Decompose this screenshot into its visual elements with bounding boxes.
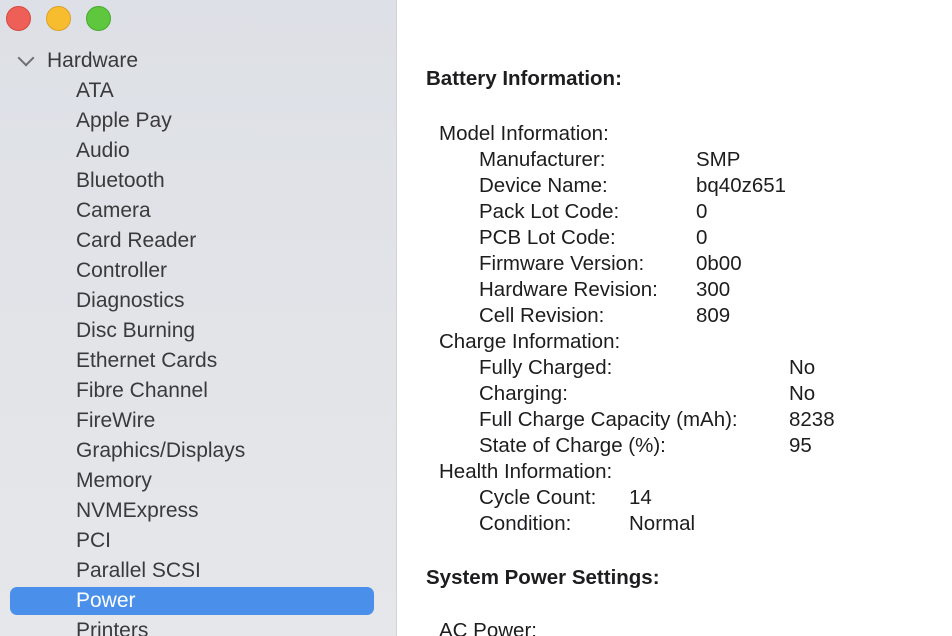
- sidebar-item-printers[interactable]: Printers: [10, 616, 374, 636]
- sidebar-item-label: Card Reader: [76, 229, 197, 252]
- sidebar-item-parallel-scsi[interactable]: Parallel SCSI: [10, 556, 374, 586]
- sidebar-item-label: FireWire: [76, 409, 156, 432]
- sidebar-item-ata[interactable]: ATA: [10, 76, 374, 106]
- zoom-window-button[interactable]: [86, 6, 111, 31]
- chevron-down-icon[interactable]: [17, 49, 35, 67]
- sidebar-item-label: Controller: [76, 259, 168, 282]
- model-label: Manufacturer:: [479, 148, 606, 171]
- sidebar-item-graphics-displays[interactable]: Graphics/Displays: [10, 436, 374, 466]
- sidebar-item-pci[interactable]: PCI: [10, 526, 374, 556]
- model-label: PCB Lot Code:: [479, 226, 616, 249]
- sidebar-item-diagnostics[interactable]: Diagnostics: [10, 286, 374, 316]
- sidebar-item-disc-burning[interactable]: Disc Burning: [10, 316, 374, 346]
- sidebar-item-label: PCI: [76, 529, 112, 552]
- charge-value: No: [789, 356, 816, 379]
- sidebar-item-label: NVMExpress: [76, 499, 199, 522]
- sidebar-group-hardware[interactable]: Hardware: [16, 46, 138, 76]
- sidebar-item-audio[interactable]: Audio: [10, 136, 374, 166]
- sidebar-item-label: Apple Pay: [76, 109, 172, 132]
- sidebar-item-camera[interactable]: Camera: [10, 196, 374, 226]
- charge-label: Charging:: [479, 382, 568, 405]
- model-value: bq40z651: [696, 174, 787, 197]
- sidebar-item-nvmexpress[interactable]: NVMExpress: [10, 496, 374, 526]
- sidebar-item-apple-pay[interactable]: Apple Pay: [10, 106, 374, 136]
- sidebar-item-label: Bluetooth: [76, 169, 165, 192]
- sidebar-item-label: Memory: [76, 469, 152, 492]
- model-label: Pack Lot Code:: [479, 200, 620, 223]
- charge-information-heading: Charge Information:: [439, 330, 621, 353]
- charge-value: 95: [789, 434, 812, 457]
- sidebar-item-label: Parallel SCSI: [76, 559, 201, 582]
- model-information-heading: Model Information:: [439, 122, 609, 145]
- sidebar-item-label: Ethernet Cards: [76, 349, 218, 372]
- model-value: SMP: [696, 148, 741, 171]
- sidebar-item-label: Fibre Channel: [76, 379, 208, 402]
- charge-value: No: [789, 382, 816, 405]
- health-label: Condition:: [479, 512, 572, 535]
- sidebar-item-firewire[interactable]: FireWire: [10, 406, 374, 436]
- sidebar-item-power[interactable]: Power: [10, 587, 374, 615]
- health-information-heading: Health Information:: [439, 460, 613, 483]
- minimize-window-button[interactable]: [46, 6, 71, 31]
- charge-label: State of Charge (%):: [479, 434, 666, 457]
- model-label: Device Name:: [479, 174, 608, 197]
- charge-label: Fully Charged:: [479, 356, 613, 379]
- sidebar-item-bluetooth[interactable]: Bluetooth: [10, 166, 374, 196]
- charge-value: 8238: [789, 408, 835, 431]
- model-label: Hardware Revision:: [479, 278, 658, 301]
- sidebar-item-fibre-channel[interactable]: Fibre Channel: [10, 376, 374, 406]
- model-label: Cell Revision:: [479, 304, 605, 327]
- model-value: 809: [696, 304, 731, 327]
- sidebar-item-label: Camera: [76, 199, 151, 222]
- detail-pane: Battery Information: Model Information: …: [397, 0, 952, 636]
- health-value: Normal: [629, 512, 696, 535]
- charge-label: Full Charge Capacity (mAh):: [479, 408, 738, 431]
- sidebar-item-label: Disc Burning: [76, 319, 196, 342]
- battery-information-title: Battery Information:: [426, 67, 622, 90]
- sidebar-item-label: Audio: [76, 139, 130, 162]
- window-controls: [6, 6, 111, 31]
- close-window-button[interactable]: [6, 6, 31, 31]
- sidebar-item-label: Power: [76, 589, 136, 612]
- sidebar-item-memory[interactable]: Memory: [10, 466, 374, 496]
- model-value: 0: [696, 226, 708, 249]
- sidebar-item-label: Printers: [76, 619, 149, 636]
- model-label: Firmware Version:: [479, 252, 645, 275]
- sidebar-items-list: ATA Apple Pay Audio Bluetooth Camera Card Rea…: [10, 76, 374, 636]
- health-value: 14: [629, 486, 652, 509]
- system-power-settings-title: System Power Settings:: [426, 566, 660, 589]
- model-value: 0b00: [696, 252, 742, 275]
- sidebar-item-card-reader[interactable]: Card Reader: [10, 226, 374, 256]
- model-value: 300: [696, 278, 731, 301]
- sidebar-item-ethernet-cards[interactable]: Ethernet Cards: [10, 346, 374, 376]
- sidebar: Hardware ATA Apple Pay Audio Bluetooth Camer…: [0, 0, 397, 636]
- sidebar-item-controller[interactable]: Controller: [10, 256, 374, 286]
- sidebar-item-label: Graphics/Displays: [76, 439, 246, 462]
- sidebar-item-label: Diagnostics: [76, 289, 185, 312]
- ac-power-heading: AC Power:: [439, 619, 537, 636]
- sidebar-item-label: ATA: [76, 79, 114, 102]
- sidebar-group-label: Hardware: [47, 49, 139, 72]
- health-label: Cycle Count:: [479, 486, 597, 509]
- model-value: 0: [696, 200, 708, 223]
